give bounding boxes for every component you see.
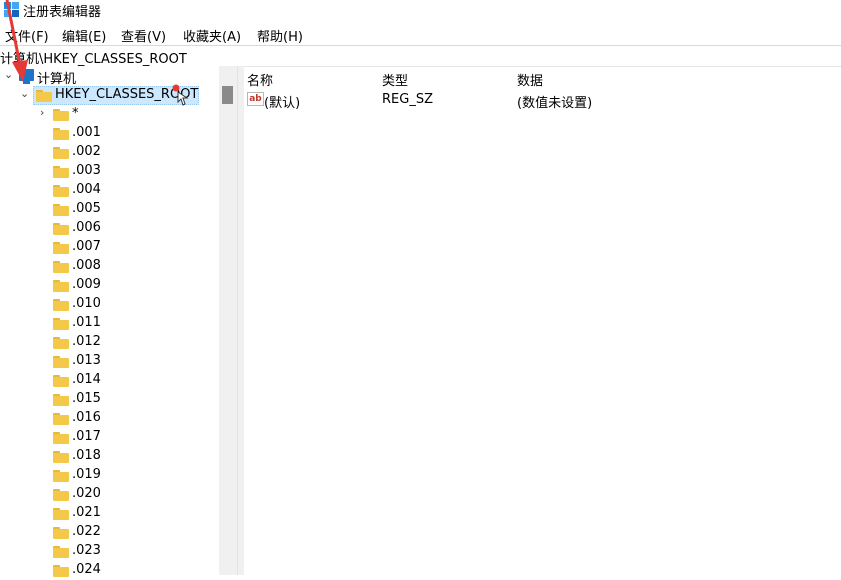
folder-icon <box>53 166 69 178</box>
tree-item-label: .008 <box>72 258 101 273</box>
folder-icon <box>53 280 69 292</box>
folder-icon <box>53 242 69 254</box>
tree-item-label: 计算机 <box>37 72 77 87</box>
tree-item-label: .009 <box>72 277 101 292</box>
tree-scrollbar[interactable] <box>219 66 237 575</box>
folder-icon <box>53 299 69 311</box>
tree-item-label: * <box>72 106 79 121</box>
tree-item-label: .007 <box>72 239 101 254</box>
folder-icon <box>36 90 52 102</box>
menu-help[interactable]: 帮助(H) <box>257 26 303 45</box>
folder-icon <box>53 565 69 577</box>
folder-icon <box>53 394 69 406</box>
tree-item-label: .021 <box>72 505 101 520</box>
folder-icon <box>53 185 69 197</box>
folder-icon <box>53 451 69 463</box>
value-name[interactable]: (默认) <box>264 92 300 111</box>
folder-icon <box>53 546 69 558</box>
mouse-cursor-icon <box>172 84 188 106</box>
menu-view[interactable]: 查看(V) <box>121 26 166 45</box>
tree-item-label: .004 <box>72 182 101 197</box>
tree-item-label: .020 <box>72 486 101 501</box>
tree-item-label: .023 <box>72 543 101 558</box>
menu-bar: 文件(F) 编辑(E) 查看(V) 收藏夹(A) 帮助(H) <box>0 24 841 45</box>
title-bar: 注册表编辑器 <box>0 0 841 20</box>
column-header-data[interactable]: 数据 <box>517 70 543 89</box>
folder-icon <box>53 375 69 387</box>
folder-icon <box>53 204 69 216</box>
folder-icon <box>53 527 69 539</box>
tree-item-label: .016 <box>72 410 101 425</box>
string-value-icon: ab <box>247 92 264 106</box>
window-title: 注册表编辑器 <box>23 5 102 20</box>
tree-item-label: .010 <box>72 296 101 311</box>
tree-item-label: .017 <box>72 429 101 444</box>
tree-item-label: .002 <box>72 144 101 159</box>
column-header-type[interactable]: 类型 <box>382 70 408 89</box>
value-data: (数值未设置) <box>517 96 593 111</box>
folder-icon <box>53 356 69 368</box>
folder-icon <box>53 508 69 520</box>
tree-item-label: .003 <box>72 163 101 178</box>
menu-edit[interactable]: 编辑(E) <box>62 26 106 45</box>
tree-item-label: .015 <box>72 391 101 406</box>
tree-item-label: .011 <box>72 315 101 330</box>
folder-icon <box>53 413 69 425</box>
folder-icon <box>53 128 69 140</box>
tree-pane[interactable] <box>0 66 219 575</box>
tree-item-label: .012 <box>72 334 101 349</box>
folder-icon <box>53 470 69 482</box>
red-arrow-annotation <box>5 0 28 82</box>
menu-favorites[interactable]: 收藏夹(A) <box>183 26 241 45</box>
folder-icon <box>53 109 69 121</box>
folder-icon <box>53 337 69 349</box>
value-type: REG_SZ <box>382 92 433 107</box>
chevron-right-icon[interactable]: › <box>40 106 44 119</box>
address-bar[interactable]: 计算机\HKEY_CLASSES_ROOT <box>0 45 841 67</box>
scrollbar-thumb[interactable] <box>222 86 233 104</box>
folder-icon <box>53 432 69 444</box>
tree-item-label: .006 <box>72 220 101 235</box>
tree-item-label: .013 <box>72 353 101 368</box>
folder-icon <box>53 318 69 330</box>
chevron-down-icon[interactable]: ⌄ <box>20 87 29 100</box>
tree-item-label: .018 <box>72 448 101 463</box>
tree-item-label: .022 <box>72 524 101 539</box>
tree-item-label: .005 <box>72 201 101 216</box>
folder-icon <box>53 147 69 159</box>
folder-icon <box>53 223 69 235</box>
folder-icon <box>53 489 69 501</box>
tree-item-label: .019 <box>72 467 101 482</box>
tree-item-label: .001 <box>72 125 101 140</box>
tree-item-label: .014 <box>72 372 101 387</box>
header-border <box>244 66 841 67</box>
values-pane[interactable]: 名称 类型 数据 ab (默认) REG_SZ (数值未设置) <box>244 66 841 575</box>
folder-icon <box>53 261 69 273</box>
column-header-name[interactable]: 名称 <box>247 70 273 89</box>
